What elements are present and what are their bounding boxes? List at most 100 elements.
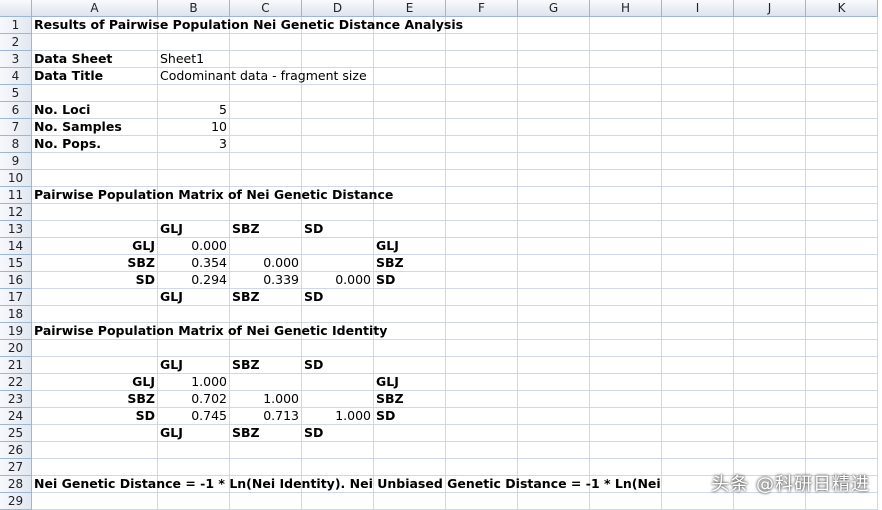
column-header-j[interactable]: J — [734, 0, 806, 17]
cell[interactable] — [806, 34, 878, 51]
cell[interactable] — [590, 170, 662, 187]
row-header[interactable]: 7 — [0, 119, 32, 136]
col-label[interactable]: SBZ — [230, 221, 302, 238]
cell[interactable] — [590, 68, 662, 85]
select-all-corner[interactable] — [0, 0, 32, 17]
col-label[interactable]: GLJ — [158, 221, 230, 238]
cell[interactable] — [806, 255, 878, 272]
cell[interactable] — [518, 357, 590, 374]
cell[interactable] — [734, 68, 806, 85]
cell[interactable] — [662, 119, 734, 136]
cell[interactable] — [230, 204, 302, 221]
cell[interactable] — [230, 34, 302, 51]
matrix-value[interactable]: 0.745 — [158, 408, 230, 425]
column-header-i[interactable]: I — [662, 0, 734, 17]
cell[interactable] — [806, 425, 878, 442]
cell[interactable] — [374, 51, 446, 68]
cell[interactable] — [302, 85, 374, 102]
cell[interactable] — [806, 272, 878, 289]
cell[interactable] — [374, 357, 446, 374]
cell[interactable] — [32, 153, 158, 170]
cell[interactable] — [302, 170, 374, 187]
cell[interactable] — [806, 136, 878, 153]
cell[interactable] — [446, 238, 518, 255]
cell[interactable] — [302, 102, 374, 119]
cell[interactable] — [32, 170, 158, 187]
row-header[interactable]: 3 — [0, 51, 32, 68]
cell[interactable] — [590, 459, 662, 476]
cell[interactable] — [662, 136, 734, 153]
cell[interactable] — [662, 170, 734, 187]
column-header-a[interactable]: A — [32, 0, 158, 17]
cell[interactable] — [518, 272, 590, 289]
title-cell[interactable]: Results of Pairwise Population Nei Genet… — [32, 17, 463, 34]
cell[interactable] — [230, 51, 302, 68]
cell[interactable] — [230, 306, 302, 323]
loci-label[interactable]: No. Loci — [32, 102, 158, 119]
cell[interactable] — [32, 357, 158, 374]
cell[interactable] — [518, 340, 590, 357]
cell[interactable] — [518, 374, 590, 391]
cell[interactable] — [230, 170, 302, 187]
cell[interactable] — [518, 238, 590, 255]
row-header[interactable]: 20 — [0, 340, 32, 357]
cell[interactable] — [446, 374, 518, 391]
col-label[interactable]: GLJ — [158, 357, 230, 374]
cell[interactable] — [230, 493, 302, 510]
cell[interactable] — [662, 357, 734, 374]
row-label[interactable]: SBZ — [32, 255, 158, 272]
cell[interactable] — [32, 204, 158, 221]
cell[interactable] — [518, 306, 590, 323]
row-header[interactable]: 29 — [0, 493, 32, 510]
cell[interactable] — [302, 306, 374, 323]
cell[interactable] — [230, 136, 302, 153]
cell[interactable] — [158, 442, 230, 459]
cell[interactable] — [590, 85, 662, 102]
cell[interactable] — [158, 34, 230, 51]
cell[interactable] — [158, 204, 230, 221]
cell[interactable] — [590, 204, 662, 221]
cell[interactable] — [302, 238, 374, 255]
column-header-c[interactable]: C — [230, 0, 302, 17]
cell[interactable] — [302, 153, 374, 170]
row-label-right[interactable]: SD — [374, 408, 446, 425]
column-header-h[interactable]: H — [590, 0, 662, 17]
cell[interactable] — [662, 391, 734, 408]
cell[interactable] — [734, 442, 806, 459]
cell[interactable] — [158, 153, 230, 170]
matrix-value[interactable]: 0.339 — [230, 272, 302, 289]
row-header[interactable]: 18 — [0, 306, 32, 323]
pops-value[interactable]: 3 — [158, 136, 230, 153]
cell[interactable] — [518, 493, 590, 510]
cell[interactable] — [302, 459, 374, 476]
cell[interactable] — [734, 102, 806, 119]
distance-matrix-title[interactable]: Pairwise Population Matrix of Nei Geneti… — [32, 187, 393, 204]
row-header[interactable]: 21 — [0, 357, 32, 374]
column-header-k[interactable]: K — [806, 0, 878, 17]
column-header-e[interactable]: E — [374, 0, 446, 17]
cell[interactable] — [590, 34, 662, 51]
cell[interactable] — [734, 153, 806, 170]
cell[interactable] — [32, 221, 158, 238]
cell[interactable] — [806, 17, 878, 34]
cell[interactable] — [230, 85, 302, 102]
cell[interactable] — [158, 493, 230, 510]
row-header[interactable]: 19 — [0, 323, 32, 340]
cell[interactable] — [590, 255, 662, 272]
row-header[interactable]: 26 — [0, 442, 32, 459]
cell[interactable] — [806, 68, 878, 85]
cell[interactable] — [590, 272, 662, 289]
cell[interactable] — [374, 306, 446, 323]
cell[interactable] — [446, 442, 518, 459]
data-sheet-label[interactable]: Data Sheet — [32, 51, 158, 68]
cell[interactable] — [734, 408, 806, 425]
matrix-value[interactable]: 1.000 — [230, 391, 302, 408]
cell[interactable] — [158, 170, 230, 187]
row-header[interactable]: 15 — [0, 255, 32, 272]
cell[interactable] — [590, 374, 662, 391]
cell[interactable] — [590, 17, 662, 34]
cell[interactable] — [446, 170, 518, 187]
row-header[interactable]: 6 — [0, 102, 32, 119]
cell[interactable] — [230, 442, 302, 459]
col-label[interactable]: SBZ — [230, 425, 302, 442]
